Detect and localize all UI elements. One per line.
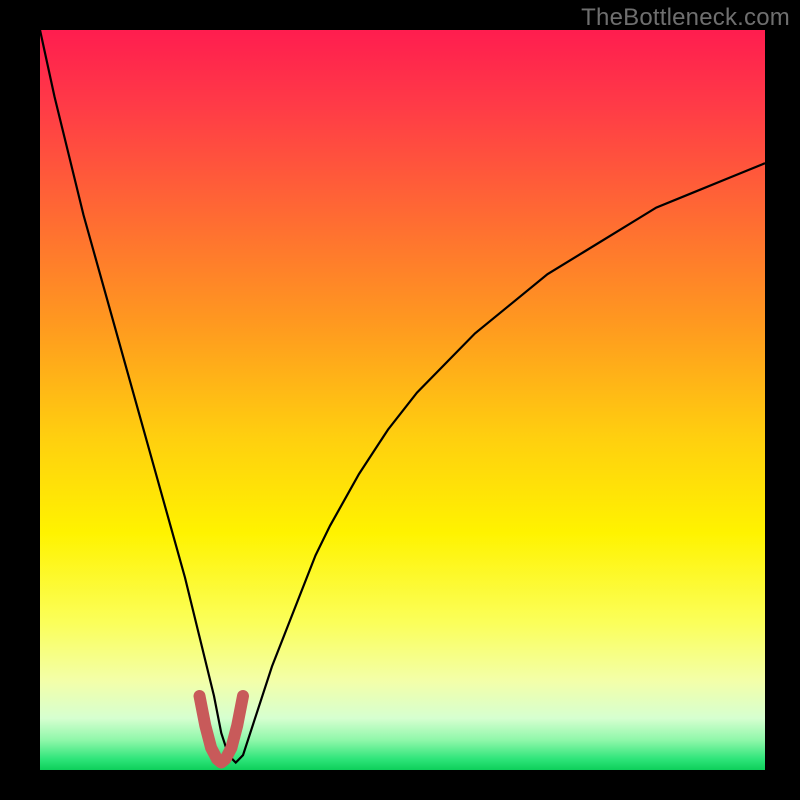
outer-frame: TheBottleneck.com [0, 0, 800, 800]
watermark-text: TheBottleneck.com [581, 4, 790, 32]
gradient-background [40, 30, 765, 770]
bottleneck-chart [0, 0, 800, 800]
